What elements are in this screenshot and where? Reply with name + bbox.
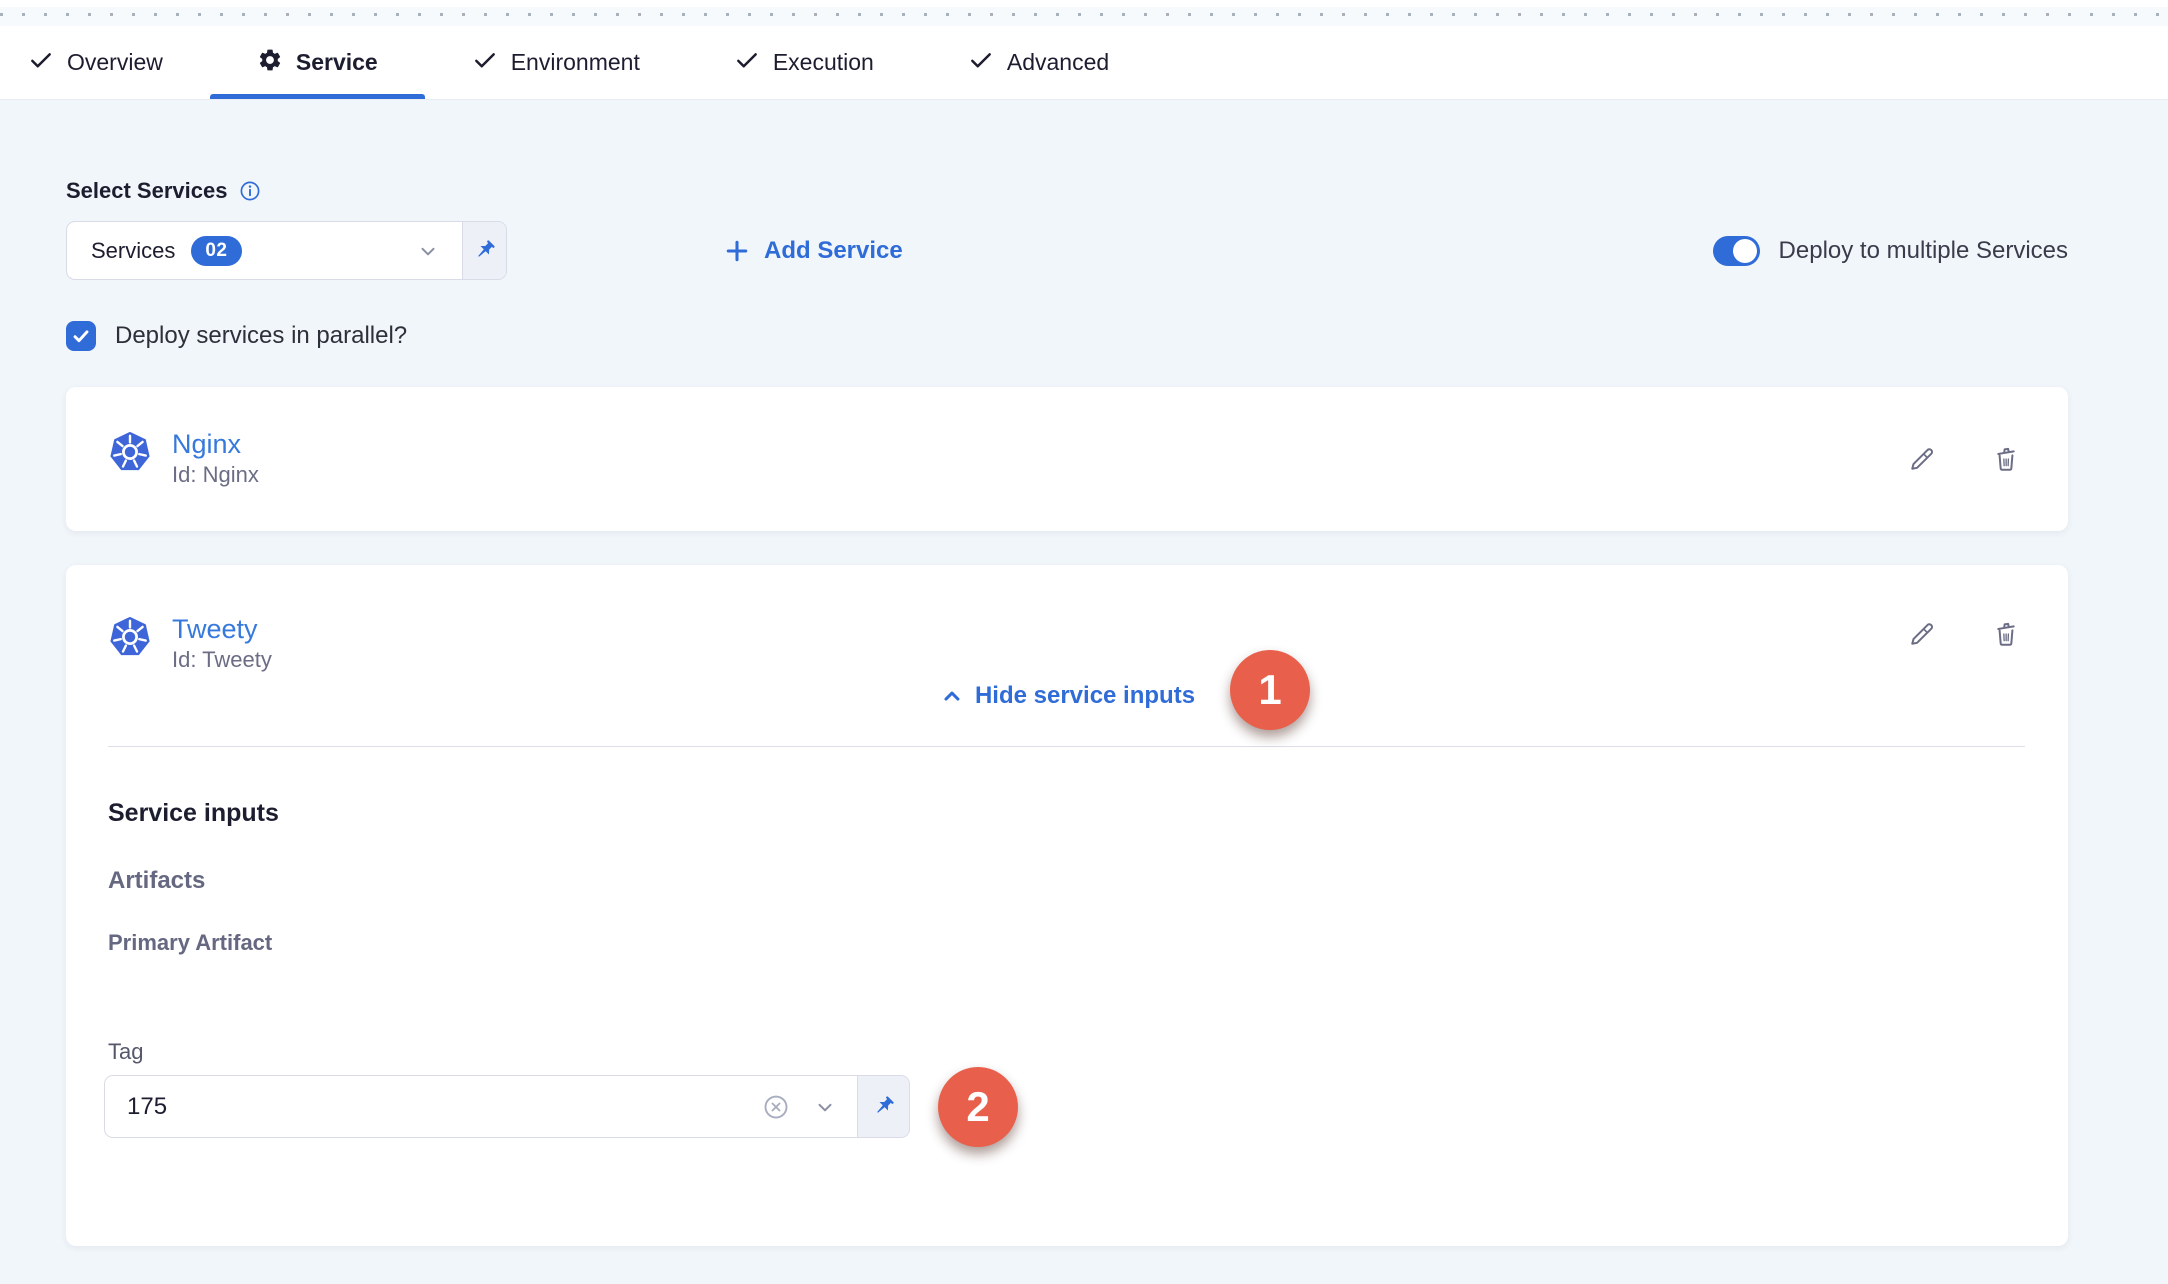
service-id: Id: Tweety (172, 645, 272, 675)
services-dropdown: Services 02 (66, 221, 507, 280)
tab-advanced[interactable]: Advanced (921, 26, 1156, 99)
multi-service-toggle-row: Deploy to multiple Services (1713, 236, 2068, 266)
deploy-multiple-services-toggle[interactable] (1713, 236, 1760, 266)
tab-label: Environment (511, 49, 640, 76)
tag-input[interactable] (127, 1093, 739, 1121)
dotted-border (0, 13, 2168, 16)
kubernetes-icon (108, 615, 152, 659)
deploy-parallel-checkbox[interactable] (66, 321, 96, 351)
tab-service[interactable]: Service (210, 26, 425, 99)
check-icon (472, 47, 498, 79)
gear-icon (257, 47, 283, 79)
annotation-badge-1: 1 (1230, 650, 1310, 730)
add-service-button[interactable]: Add Service (723, 237, 903, 265)
service-card-nginx: Nginx Id: Nginx (66, 387, 2068, 531)
service-name-block: Tweety Id: Tweety (172, 613, 272, 675)
chevron-down-icon (416, 239, 440, 263)
services-dropdown-field[interactable]: Services 02 (67, 222, 462, 279)
add-service-label: Add Service (764, 237, 903, 265)
service-id: Id: Nginx (172, 460, 259, 490)
tag-field (104, 1075, 910, 1138)
delete-service-button[interactable] (1990, 618, 2022, 650)
deploy-parallel-label: Deploy services in parallel? (115, 322, 407, 350)
edit-service-button[interactable] (1906, 443, 1938, 475)
select-services-label: Select Services (66, 178, 227, 204)
stage-tabs: Overview Service Environment Execution A… (0, 26, 2168, 100)
info-icon[interactable] (238, 179, 262, 203)
hide-service-inputs-label: Hide service inputs (975, 682, 1195, 710)
deploy-multiple-services-label: Deploy to multiple Services (1779, 237, 2068, 265)
services-dropdown-value: Services (91, 238, 175, 264)
plus-icon (723, 237, 751, 265)
chevron-down-icon[interactable] (813, 1095, 837, 1119)
hide-service-inputs-link[interactable]: Hide service inputs (939, 682, 1195, 710)
service-actions (1906, 443, 2022, 475)
tab-label: Overview (67, 49, 163, 76)
kubernetes-icon (108, 430, 152, 474)
pin-runtime-input-button[interactable] (462, 222, 506, 279)
stage-outline-strip (0, 0, 2168, 26)
check-icon (28, 47, 54, 79)
tab-label: Execution (773, 49, 874, 76)
service-name-block: Nginx Id: Nginx (172, 428, 259, 490)
artifacts-heading: Artifacts (108, 867, 205, 895)
services-count-badge: 02 (191, 236, 241, 266)
tab-environment[interactable]: Environment (425, 26, 687, 99)
annotation-badge-2: 2 (938, 1067, 1018, 1147)
service-name-link[interactable]: Nginx (172, 428, 259, 460)
service-info: Tweety Id: Tweety (108, 613, 272, 675)
tab-overview[interactable]: Overview (28, 26, 210, 99)
edit-service-button[interactable] (1906, 618, 1938, 650)
tag-field-label: Tag (108, 1039, 143, 1065)
delete-service-button[interactable] (1990, 443, 2022, 475)
divider (108, 746, 2025, 747)
check-icon (968, 47, 994, 79)
parallel-deploy-row: Deploy services in parallel? (66, 321, 2068, 351)
tab-label: Service (296, 49, 378, 76)
service-inputs-heading: Service inputs (108, 799, 279, 828)
service-actions (1906, 618, 2022, 650)
tab-label: Advanced (1007, 49, 1109, 76)
chevron-up-icon (939, 683, 965, 709)
select-services-label-row: Select Services (66, 178, 2068, 204)
service-info: Nginx Id: Nginx (108, 428, 259, 490)
clear-icon[interactable] (761, 1092, 791, 1122)
toggle-knob (1733, 239, 1757, 263)
check-icon (734, 47, 760, 79)
service-controls-row: Services 02 Add Service (66, 221, 2068, 280)
tag-input-wrap (105, 1076, 857, 1137)
service-name-link[interactable]: Tweety (172, 613, 272, 645)
primary-artifact-heading: Primary Artifact (108, 930, 272, 956)
service-tab-content: Select Services Services 02 (0, 100, 2168, 1284)
pin-runtime-input-button[interactable] (857, 1076, 909, 1137)
service-config-page: Overview Service Environment Execution A… (0, 0, 2168, 1284)
tab-execution[interactable]: Execution (687, 26, 921, 99)
service-card-tweety: Tweety Id: Tweety Hide service inputs (66, 565, 2068, 1246)
